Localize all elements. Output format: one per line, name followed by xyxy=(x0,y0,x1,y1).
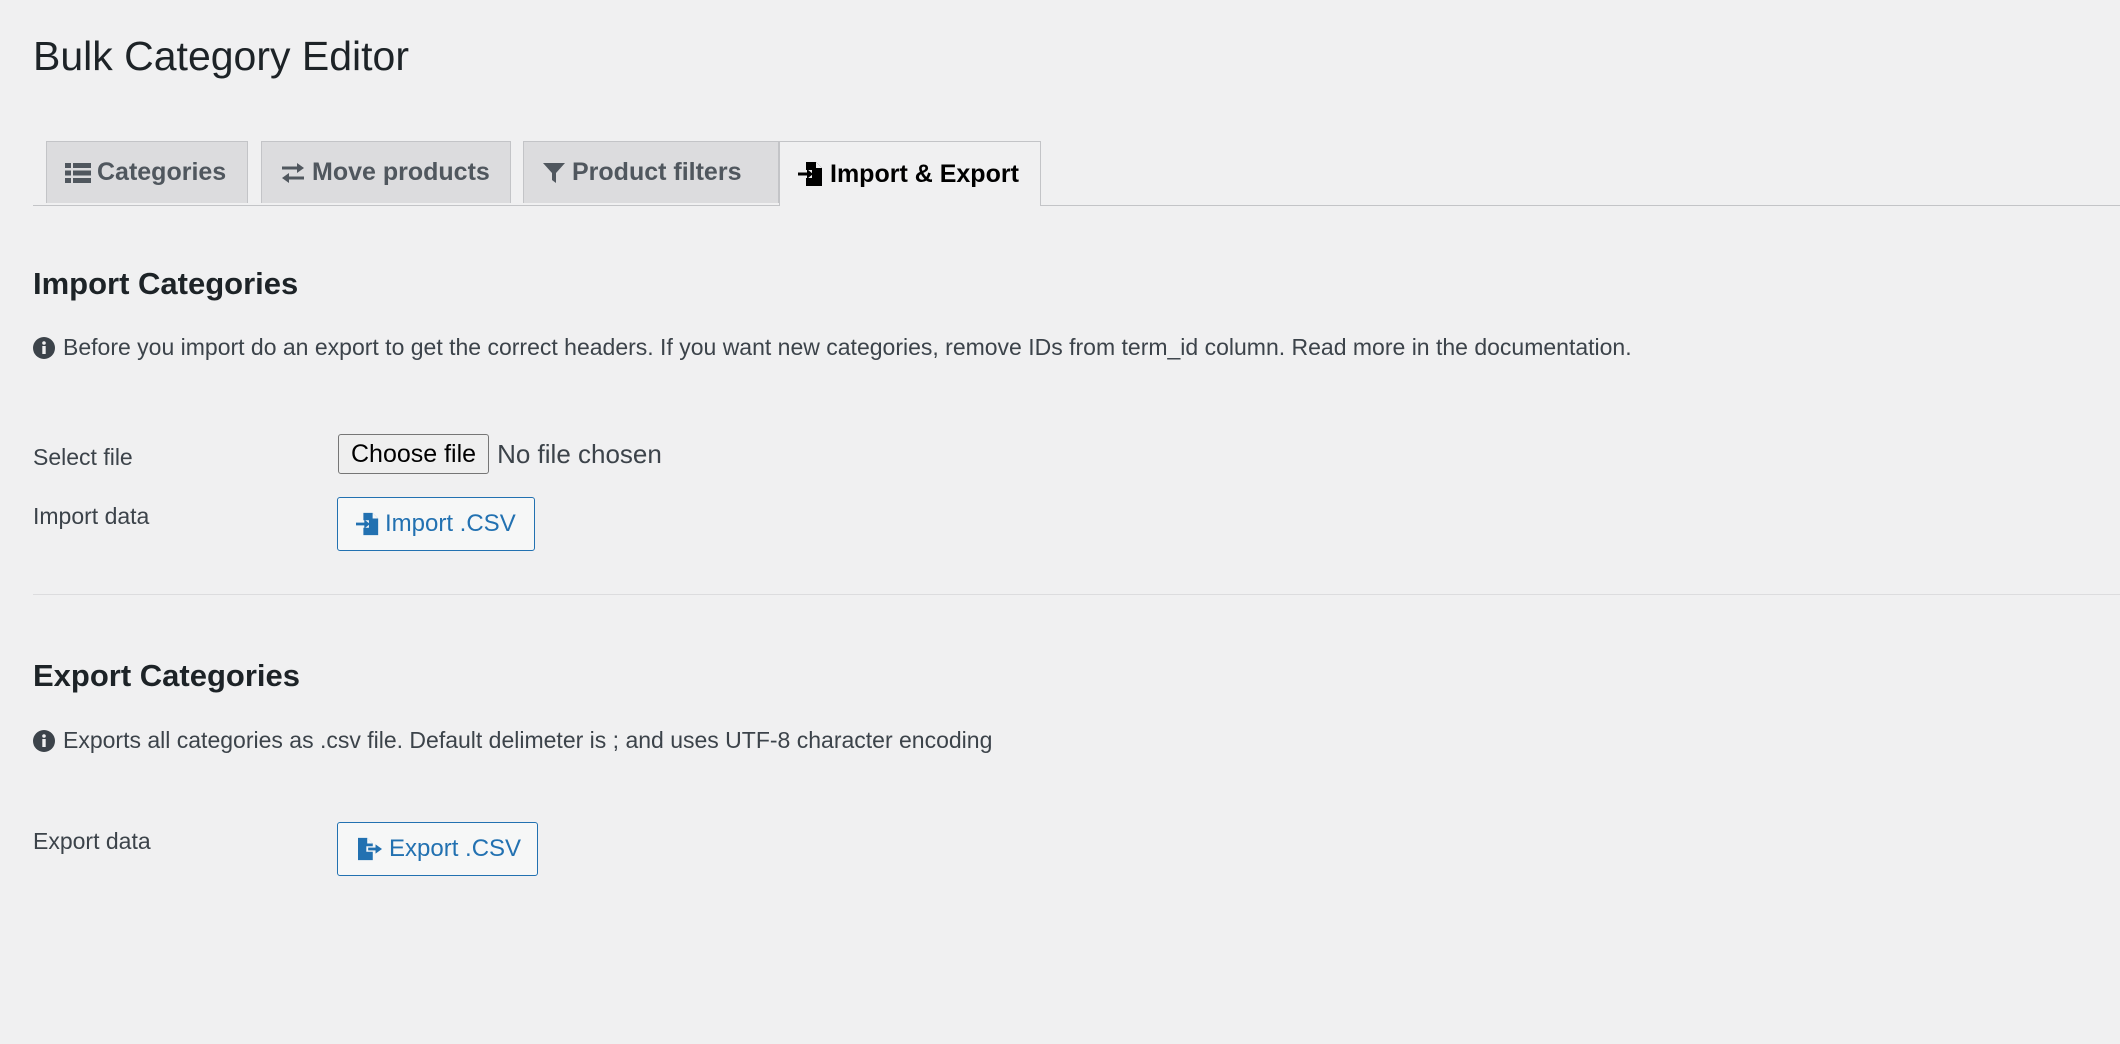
import-csv-label: Import .CSV xyxy=(385,510,516,537)
exchange-icon xyxy=(280,162,306,184)
file-status-text: No file chosen xyxy=(497,438,662,469)
import-notice: Before you import do an export to get th… xyxy=(33,334,1632,361)
tab-label: Categories xyxy=(97,158,227,186)
tab-product-filters[interactable]: Product filters xyxy=(523,141,779,203)
import-section-title: Import Categories xyxy=(33,266,299,301)
section-divider xyxy=(33,594,2120,595)
tab-categories[interactable]: Categories xyxy=(46,141,248,203)
export-data-label: Export data xyxy=(33,828,151,854)
file-import-icon xyxy=(356,512,380,536)
choose-file-button[interactable]: Choose file xyxy=(338,434,490,474)
import-notice-text: Before you import do an export to get th… xyxy=(63,334,1632,360)
import-data-label: Import data xyxy=(33,503,150,529)
tab-move-products[interactable]: Move products xyxy=(261,141,511,203)
tab-label: Import & Export xyxy=(830,159,1019,188)
export-csv-button[interactable]: Export .CSV xyxy=(337,822,538,876)
filter-icon xyxy=(542,161,566,185)
export-notice: Exports all categories as .csv file. Def… xyxy=(33,727,992,754)
file-export-icon xyxy=(356,837,384,861)
info-icon xyxy=(33,336,55,359)
file-input[interactable]: Choose file No file chosen xyxy=(338,434,662,474)
select-file-label: Select file xyxy=(33,444,133,470)
tab-label: Move products xyxy=(312,158,490,186)
page-title: Bulk Category Editor xyxy=(33,33,410,79)
tab-label: Product filters xyxy=(572,158,742,186)
tab-bar: Categories Move products Product filters xyxy=(33,141,2120,206)
list-icon xyxy=(65,162,91,184)
import-csv-button[interactable]: Import .CSV xyxy=(337,497,535,551)
export-section-title: Export Categories xyxy=(33,658,301,693)
export-csv-label: Export .CSV xyxy=(389,835,522,862)
info-icon xyxy=(33,729,55,752)
tab-import-export[interactable]: Import & Export xyxy=(779,141,1041,206)
export-notice-text: Exports all categories as .csv file. Def… xyxy=(63,727,993,753)
file-import-icon xyxy=(798,161,824,187)
